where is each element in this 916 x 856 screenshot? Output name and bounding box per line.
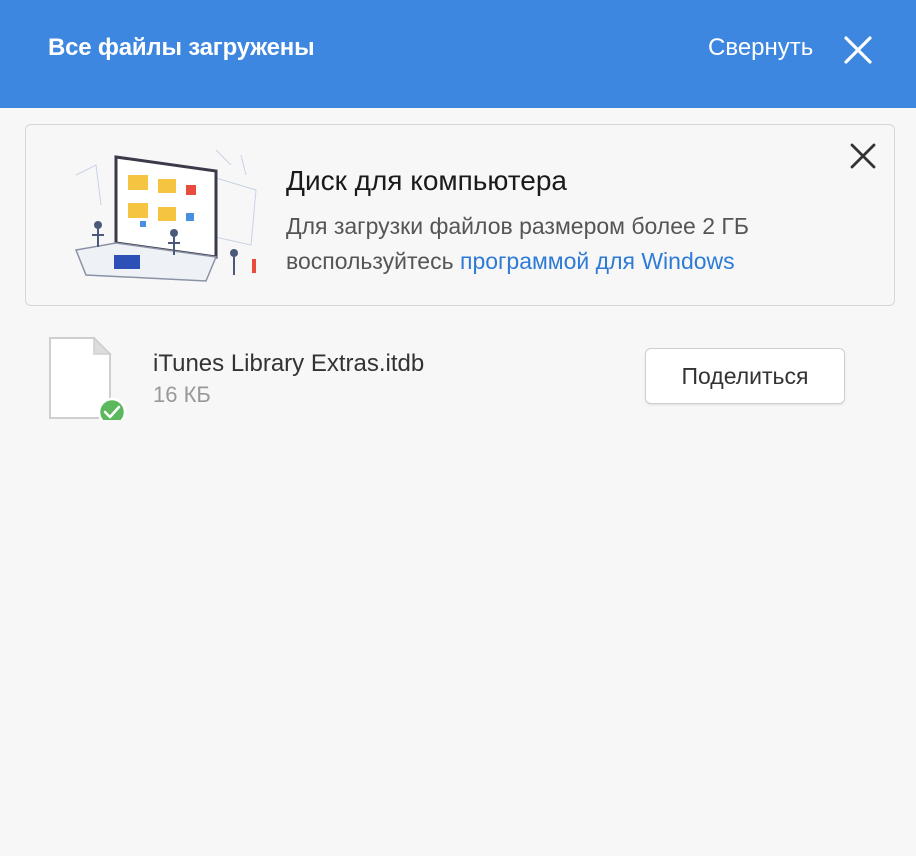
close-icon	[844, 36, 872, 64]
file-name: iTunes Library Extras.itdb	[153, 350, 425, 377]
header-title: Все файлы загружены	[48, 34, 315, 61]
close-promo-button[interactable]	[846, 139, 880, 173]
uploaded-file-row: iTunes Library Extras.itdb 16 КБ Поделит…	[0, 320, 916, 430]
collapse-button[interactable]: Свернуть	[708, 34, 813, 62]
laptop-illustration	[56, 135, 266, 297]
desktop-app-promo: Диск для компьютера Для загрузки файлов …	[25, 124, 895, 306]
check-circle-icon	[97, 397, 127, 427]
close-panel-button[interactable]	[842, 34, 874, 66]
windows-app-link[interactable]: программой для Windows	[460, 248, 735, 274]
file-size: 16 КБ	[153, 382, 211, 407]
close-icon	[850, 143, 876, 169]
promo-title: Диск для компьютера	[286, 165, 567, 196]
panel-header: Все файлы загружены Свернуть	[0, 0, 916, 108]
share-button[interactable]: Поделиться	[645, 348, 845, 404]
file-icon	[48, 336, 132, 427]
promo-text: Для загрузки файлов размером более 2 ГБ …	[286, 209, 846, 279]
upload-panel: Все файлы загружены Свернуть Диск для ко…	[0, 0, 916, 856]
